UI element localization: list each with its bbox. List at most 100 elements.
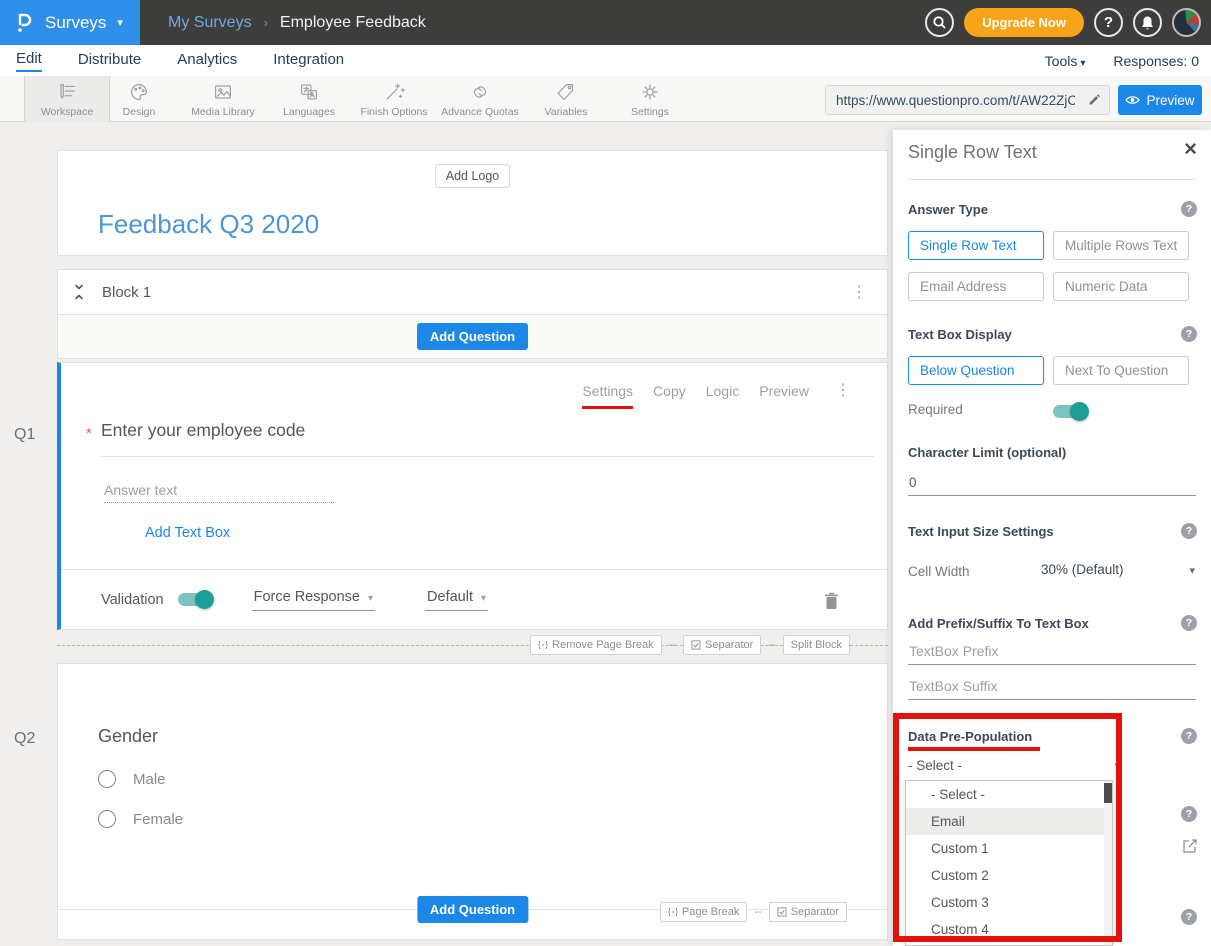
display-below-question[interactable]: Below Question [908, 356, 1044, 385]
survey-url-input[interactable] [826, 86, 1079, 114]
chain-links-icon [468, 80, 492, 104]
radio-option-female[interactable]: Female [98, 810, 183, 828]
help-icon[interactable]: ? [1181, 728, 1197, 744]
question-number-q1: Q1 [14, 426, 35, 444]
question-action-logic[interactable]: Logic [706, 383, 739, 406]
tab-distribute[interactable]: Distribute [78, 51, 141, 71]
character-limit-label: Character Limit (optional) [908, 445, 1066, 460]
question-action-copy[interactable]: Copy [653, 383, 686, 406]
preview-button[interactable]: Preview [1118, 85, 1202, 115]
answer-type-multiple-rows[interactable]: Multiple Rows Text [1053, 231, 1189, 260]
delete-question-button[interactable] [824, 592, 839, 610]
cell-width-value[interactable]: 30% (Default) [1041, 562, 1124, 577]
answer-text-input[interactable] [104, 478, 334, 503]
toolbar-item-label: Design [123, 106, 156, 118]
user-avatar[interactable] [1172, 8, 1201, 37]
remove-page-break-button[interactable]: Remove Page Break [530, 635, 662, 655]
chevron-down-icon: ▾ [1114, 759, 1120, 772]
block-title[interactable]: Block 1 [102, 284, 829, 301]
toolbar-item-advance-quotas[interactable]: Advance Quotas [437, 76, 523, 122]
answer-type-email[interactable]: Email Address [908, 272, 1044, 301]
validation-bar: Validation Force Response▾ Default▾ [61, 569, 887, 629]
survey-title[interactable]: Feedback Q3 2020 [98, 209, 319, 240]
split-block-button[interactable]: Split Block [783, 635, 850, 655]
tab-edit[interactable]: Edit [16, 50, 42, 72]
toggle-knob [195, 590, 214, 609]
tools-dropdown[interactable]: Tools▾ [1045, 53, 1086, 69]
question-action-settings[interactable]: Settings [582, 383, 633, 409]
toolbar-item-variables[interactable]: Variables [523, 76, 609, 122]
option-email[interactable]: Email [906, 808, 1112, 835]
tab-analytics[interactable]: Analytics [177, 51, 237, 71]
question-text-q2[interactable]: Gender [98, 726, 158, 747]
required-toggle[interactable] [1053, 405, 1087, 418]
radio-option-label: Female [133, 811, 183, 828]
option-custom-1[interactable]: Custom 1 [906, 835, 1112, 862]
notifications-button[interactable] [1133, 8, 1162, 37]
add-question-button-top[interactable]: Add Question [417, 323, 528, 350]
help-button[interactable]: ? [1094, 8, 1123, 37]
toolbar-item-settings[interactable]: Settings [607, 76, 693, 122]
validation-label: Validation [101, 592, 164, 608]
validation-toggle[interactable] [178, 593, 212, 606]
answer-type-numeric[interactable]: Numeric Data [1053, 272, 1189, 301]
option-custom-3[interactable]: Custom 3 [906, 889, 1112, 916]
eye-icon [1125, 95, 1140, 105]
answer-type-label: Answer Type [908, 202, 988, 217]
option-select[interactable]: - Select - [906, 781, 1112, 808]
option-custom-2[interactable]: Custom 2 [906, 862, 1112, 889]
textbox-prefix-input[interactable] [908, 642, 1196, 665]
close-panel-button[interactable]: × [1184, 138, 1197, 160]
add-text-box-link[interactable]: Add Text Box [145, 525, 230, 541]
chevron-down-icon: ▾ [117, 16, 123, 29]
data-prepopulation-select[interactable]: - Select - ▾ [908, 758, 1120, 773]
separator-button-top[interactable]: Separator [683, 635, 761, 655]
scrollbar-thumb[interactable] [1104, 783, 1112, 803]
tab-integration[interactable]: Integration [273, 51, 344, 71]
question-settings-panel: Single Row Text × Answer Type ? Single R… [893, 130, 1211, 946]
help-icon[interactable]: ? [1181, 523, 1197, 539]
external-link-button[interactable] [1182, 838, 1198, 854]
display-next-to-question[interactable]: Next To Question [1053, 356, 1189, 385]
chevron-down-icon[interactable]: ▾ [1189, 564, 1195, 577]
add-question-button-bottom[interactable]: Add Question [417, 896, 528, 923]
question-menu-button[interactable]: ⋮ [829, 380, 857, 400]
default-dropdown[interactable]: Default▾ [425, 589, 488, 611]
toolbar-item-finish-options[interactable]: Finish Options [351, 76, 437, 122]
toolbar-item-design[interactable]: Design [96, 76, 182, 122]
help-icon[interactable]: ? [1181, 326, 1197, 342]
dropdown-scrollbar[interactable] [1104, 781, 1112, 945]
force-response-dropdown[interactable]: Force Response▾ [252, 589, 375, 611]
help-icon[interactable]: ? [1181, 615, 1197, 631]
separator-button-bottom[interactable]: Separator [769, 902, 847, 922]
add-question-strip: Add Question [57, 315, 888, 359]
answer-type-single-row[interactable]: Single Row Text [908, 231, 1044, 260]
option-custom-4[interactable]: Custom 4 [906, 916, 1112, 943]
chevron-down-icon: ▾ [368, 593, 373, 604]
page-break-button[interactable]: Page Break [660, 902, 747, 922]
page-break-row: Remove Page Break -- Separator -- Split … [57, 638, 888, 654]
block-menu-button[interactable]: ⋮ [845, 282, 873, 302]
magic-wand-icon [382, 80, 406, 104]
toolbar-item-media-library[interactable]: Media Library [180, 76, 266, 122]
image-icon [211, 80, 235, 104]
collapse-block-icon[interactable] [72, 283, 86, 301]
checkbox-check-icon [691, 640, 701, 650]
toolbar-item-label: Advance Quotas [441, 106, 519, 118]
help-icon[interactable]: ? [1181, 806, 1197, 822]
question-text-q1[interactable]: Enter your employee code [101, 420, 305, 441]
question-action-preview[interactable]: Preview [759, 383, 809, 406]
help-icon[interactable]: ? [1181, 201, 1197, 217]
help-icon[interactable]: ? [1181, 909, 1197, 925]
product-switcher[interactable]: Surveys ▾ [0, 0, 140, 45]
radio-option-male[interactable]: Male [98, 770, 166, 788]
character-limit-input[interactable] [908, 473, 1196, 496]
edit-url-button[interactable] [1079, 93, 1109, 107]
breadcrumb-my-surveys[interactable]: My Surveys [168, 14, 252, 32]
search-button[interactable] [925, 8, 954, 37]
toolbar-item-languages[interactable]: Languages [266, 76, 352, 122]
upgrade-now-button[interactable]: Upgrade Now [964, 8, 1084, 37]
textbox-suffix-input[interactable] [908, 677, 1196, 700]
question-actions: Settings Copy Logic Preview ⋮ [582, 383, 857, 409]
add-logo-button[interactable]: Add Logo [435, 164, 511, 188]
